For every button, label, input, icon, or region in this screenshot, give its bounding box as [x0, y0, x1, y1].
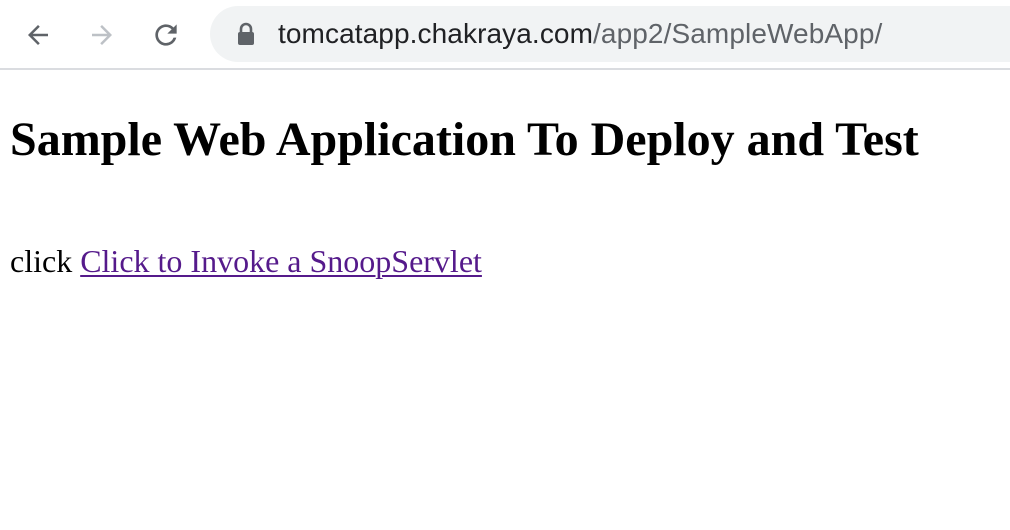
back-button[interactable] — [18, 15, 58, 55]
page-title: Sample Web Application To Deploy and Tes… — [10, 113, 919, 166]
forward-button[interactable] — [82, 15, 122, 55]
arrow-right-icon — [92, 25, 112, 45]
url-host: tomcatapp.chakraya.com — [278, 18, 594, 49]
reload-button[interactable] — [146, 15, 186, 55]
reload-icon — [155, 24, 177, 46]
snoop-servlet-link[interactable]: Click to Invoke a SnoopServlet — [80, 243, 482, 279]
address-bar[interactable]: tomcatapp.chakraya.com/app2/SampleWebApp… — [210, 6, 1010, 62]
url-path: /app2/SampleWebApp/ — [593, 18, 883, 49]
url-text[interactable]: tomcatapp.chakraya.com/app2/SampleWebApp… — [278, 6, 882, 62]
arrow-left-icon — [28, 25, 48, 45]
lock-icon[interactable] — [236, 22, 256, 46]
invoke-paragraph: click Click to Invoke a SnoopServlet — [10, 240, 482, 282]
click-prefix-text: click — [10, 243, 81, 279]
browser-toolbar: tomcatapp.chakraya.com/app2/SampleWebApp… — [0, 0, 1010, 70]
